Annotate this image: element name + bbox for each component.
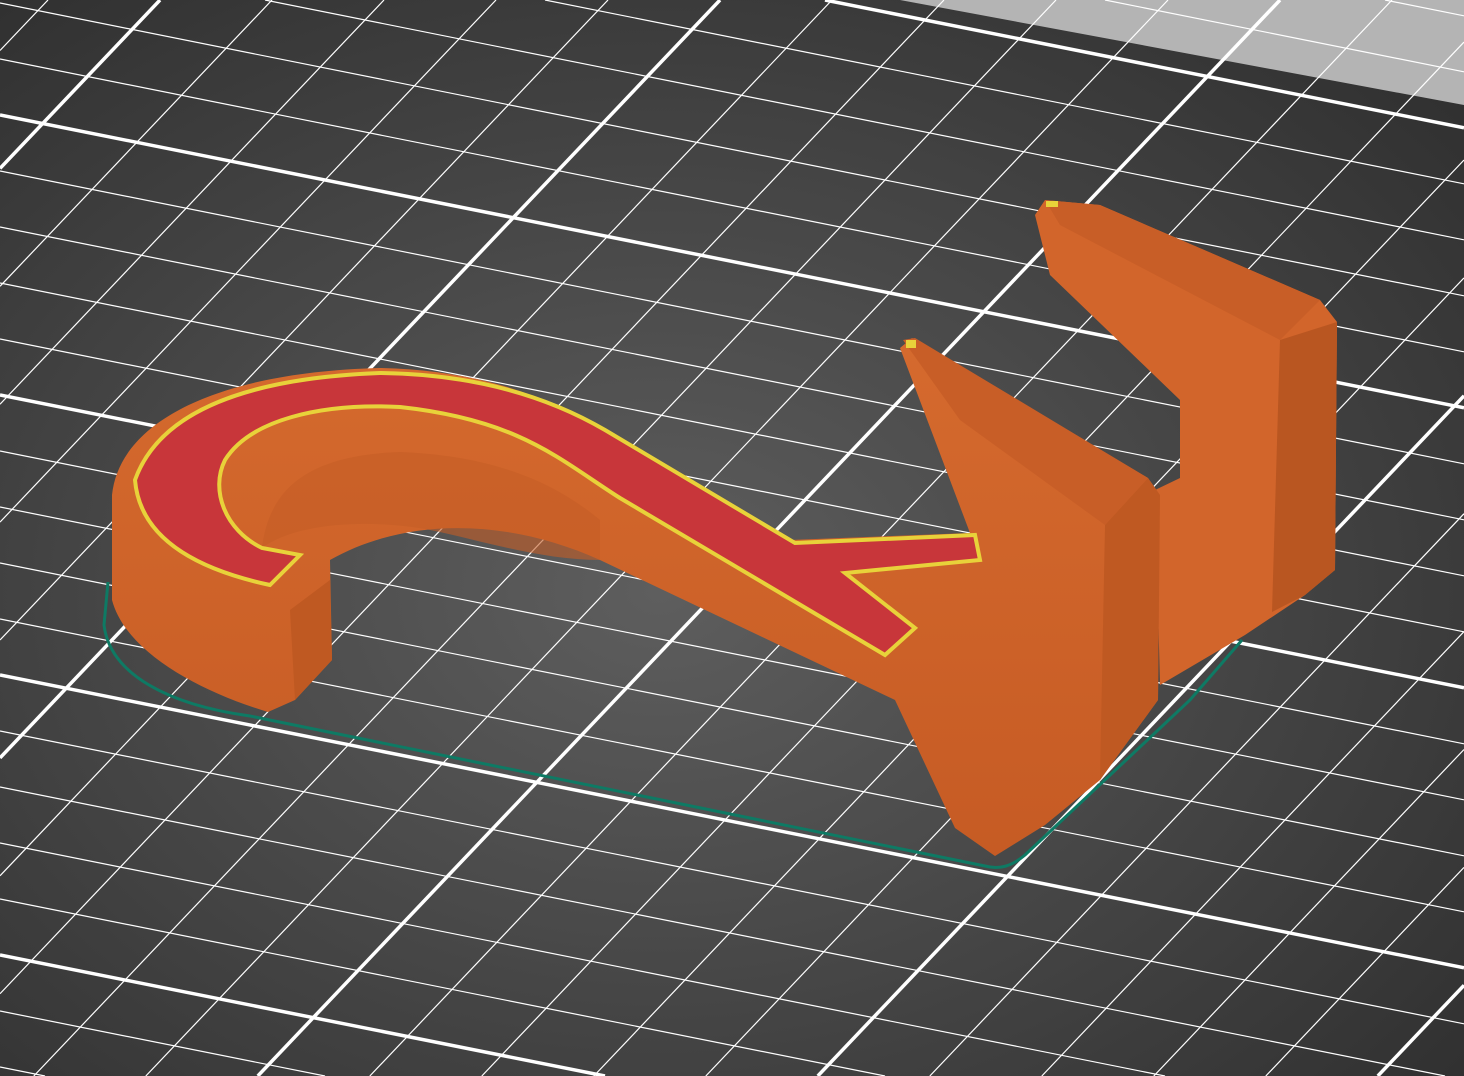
preview-canvas[interactable] [0, 0, 1464, 1076]
claw-right-shade [1272, 322, 1337, 612]
3d-preview-viewport[interactable] [0, 0, 1464, 1076]
claw-front-tip-outline [906, 340, 916, 348]
claw-right-tip-outline [1046, 201, 1058, 207]
